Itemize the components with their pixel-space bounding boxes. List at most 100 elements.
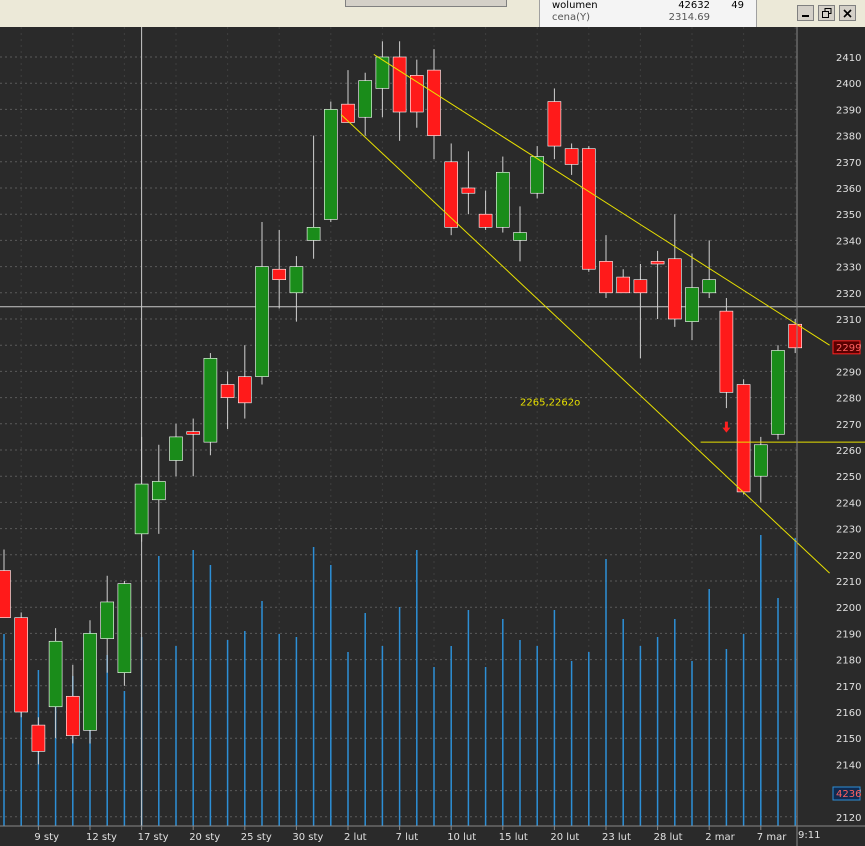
candle-body — [667, 258, 682, 320]
volume-label: 4236 — [836, 789, 861, 800]
candle-body — [358, 80, 373, 118]
x-tick-label: 7 lut — [396, 832, 419, 843]
candle-body — [581, 148, 596, 270]
candlestick-chart[interactable]: 2120213021402150216021702180219022002210… — [0, 27, 865, 846]
y-tick-label: 2290 — [836, 367, 861, 378]
x-tick-label: 2 mar — [705, 832, 735, 843]
candle-body — [513, 232, 527, 241]
y-tick-label: 2120 — [836, 813, 861, 824]
x-tick-label: 30 sty — [292, 832, 323, 843]
x-tick-label: 12 sty — [86, 832, 117, 843]
y-tick-label: 2190 — [836, 629, 861, 640]
candle-body — [323, 109, 338, 220]
y-tick-label: 2320 — [836, 289, 861, 300]
candle-body — [83, 633, 97, 731]
y-tick-label: 2200 — [836, 603, 861, 614]
chart-background — [0, 27, 865, 846]
y-tick-label: 2330 — [836, 263, 861, 274]
x-tick-label: 7 mar — [757, 832, 787, 843]
candle-body — [255, 266, 269, 377]
y-tick-label: 2350 — [836, 210, 861, 221]
y-tick-label: 2240 — [836, 498, 861, 509]
minimize-button[interactable] — [797, 5, 814, 21]
candle-body — [685, 287, 699, 322]
candle-body — [117, 583, 132, 673]
candle-body — [650, 261, 665, 265]
candle-body — [272, 268, 287, 281]
x-tick-label: 2 lut — [344, 832, 367, 843]
y-tick-label: 2380 — [836, 132, 861, 143]
candle-body — [392, 56, 407, 113]
candle-body — [478, 213, 493, 228]
y-tick-label: 2250 — [836, 472, 861, 483]
y-tick-label: 2340 — [836, 236, 861, 247]
y-tick-label: 2180 — [836, 656, 861, 667]
candle-body — [152, 481, 166, 501]
candle-body — [633, 279, 648, 294]
candle-body — [238, 376, 252, 404]
y-tick-label: 2160 — [836, 708, 861, 719]
candle-body — [14, 617, 28, 713]
x-tick-label: 20 sty — [189, 832, 220, 843]
y-tick-label: 2210 — [836, 577, 861, 588]
candle-body — [599, 261, 613, 294]
x-tick-label: 23 lut — [602, 832, 631, 843]
candle-body — [66, 695, 80, 736]
candle-body — [48, 640, 63, 708]
candle-body — [702, 279, 717, 294]
restore-button[interactable] — [818, 5, 835, 21]
candle-body — [31, 724, 46, 752]
x-tick-label: 15 lut — [499, 832, 528, 843]
candle-body — [547, 101, 562, 147]
candle-body — [771, 350, 785, 435]
toolbar-tab[interactable] — [345, 0, 507, 7]
info-label: cena(Y) — [552, 12, 591, 23]
y-tick-label: 2220 — [836, 551, 861, 562]
candle-body — [0, 570, 11, 618]
candle-body — [495, 171, 510, 228]
y-tick-label: 2270 — [836, 420, 861, 431]
candle-body — [169, 436, 183, 461]
y-tick-label: 2400 — [836, 79, 861, 90]
candle-body — [203, 357, 218, 443]
candle-body — [616, 276, 631, 294]
annotation-label: 2265,2262o — [520, 397, 580, 408]
y-tick-label: 2310 — [836, 315, 861, 326]
y-tick-label: 2370 — [836, 158, 861, 169]
time-label: 9:11 — [798, 830, 820, 841]
candle-body — [409, 75, 424, 113]
x-tick-label: 9 sty — [34, 832, 59, 843]
candle-body — [289, 266, 304, 294]
candle-body — [186, 431, 200, 435]
y-tick-label: 2170 — [836, 682, 861, 693]
x-tick-label: 17 sty — [138, 832, 169, 843]
candle-body — [100, 601, 114, 639]
candle-body — [788, 323, 803, 349]
y-tick-label: 2410 — [836, 53, 861, 64]
y-tick-label: 2140 — [836, 760, 861, 771]
close-icon — [843, 8, 852, 18]
x-tick-label: 25 sty — [241, 832, 272, 843]
candle-body — [306, 227, 321, 241]
restore-icon — [821, 8, 831, 18]
candle-body — [564, 148, 579, 165]
info-value: 2314.69 — [668, 12, 710, 23]
minimize-icon — [802, 14, 809, 17]
x-tick-label: 20 lut — [550, 832, 579, 843]
candle-body — [461, 187, 476, 194]
y-tick-label: 2150 — [836, 734, 861, 745]
candle-body — [736, 384, 751, 493]
x-tick-label: 28 lut — [654, 832, 683, 843]
info-row-price: cena(Y) 2314.69 — [552, 11, 752, 24]
candle-body — [427, 69, 441, 136]
y-tick-label: 2260 — [836, 446, 861, 457]
y-tick-label: 2360 — [836, 184, 861, 195]
candle-body — [341, 103, 355, 123]
y-tick-label: 2390 — [836, 105, 861, 116]
candle-body — [134, 483, 149, 535]
last-price-label: 2299 — [836, 343, 861, 354]
candle-body — [375, 56, 390, 89]
close-button[interactable] — [839, 5, 856, 21]
candle-body — [719, 310, 734, 393]
y-tick-label: 2230 — [836, 525, 861, 536]
